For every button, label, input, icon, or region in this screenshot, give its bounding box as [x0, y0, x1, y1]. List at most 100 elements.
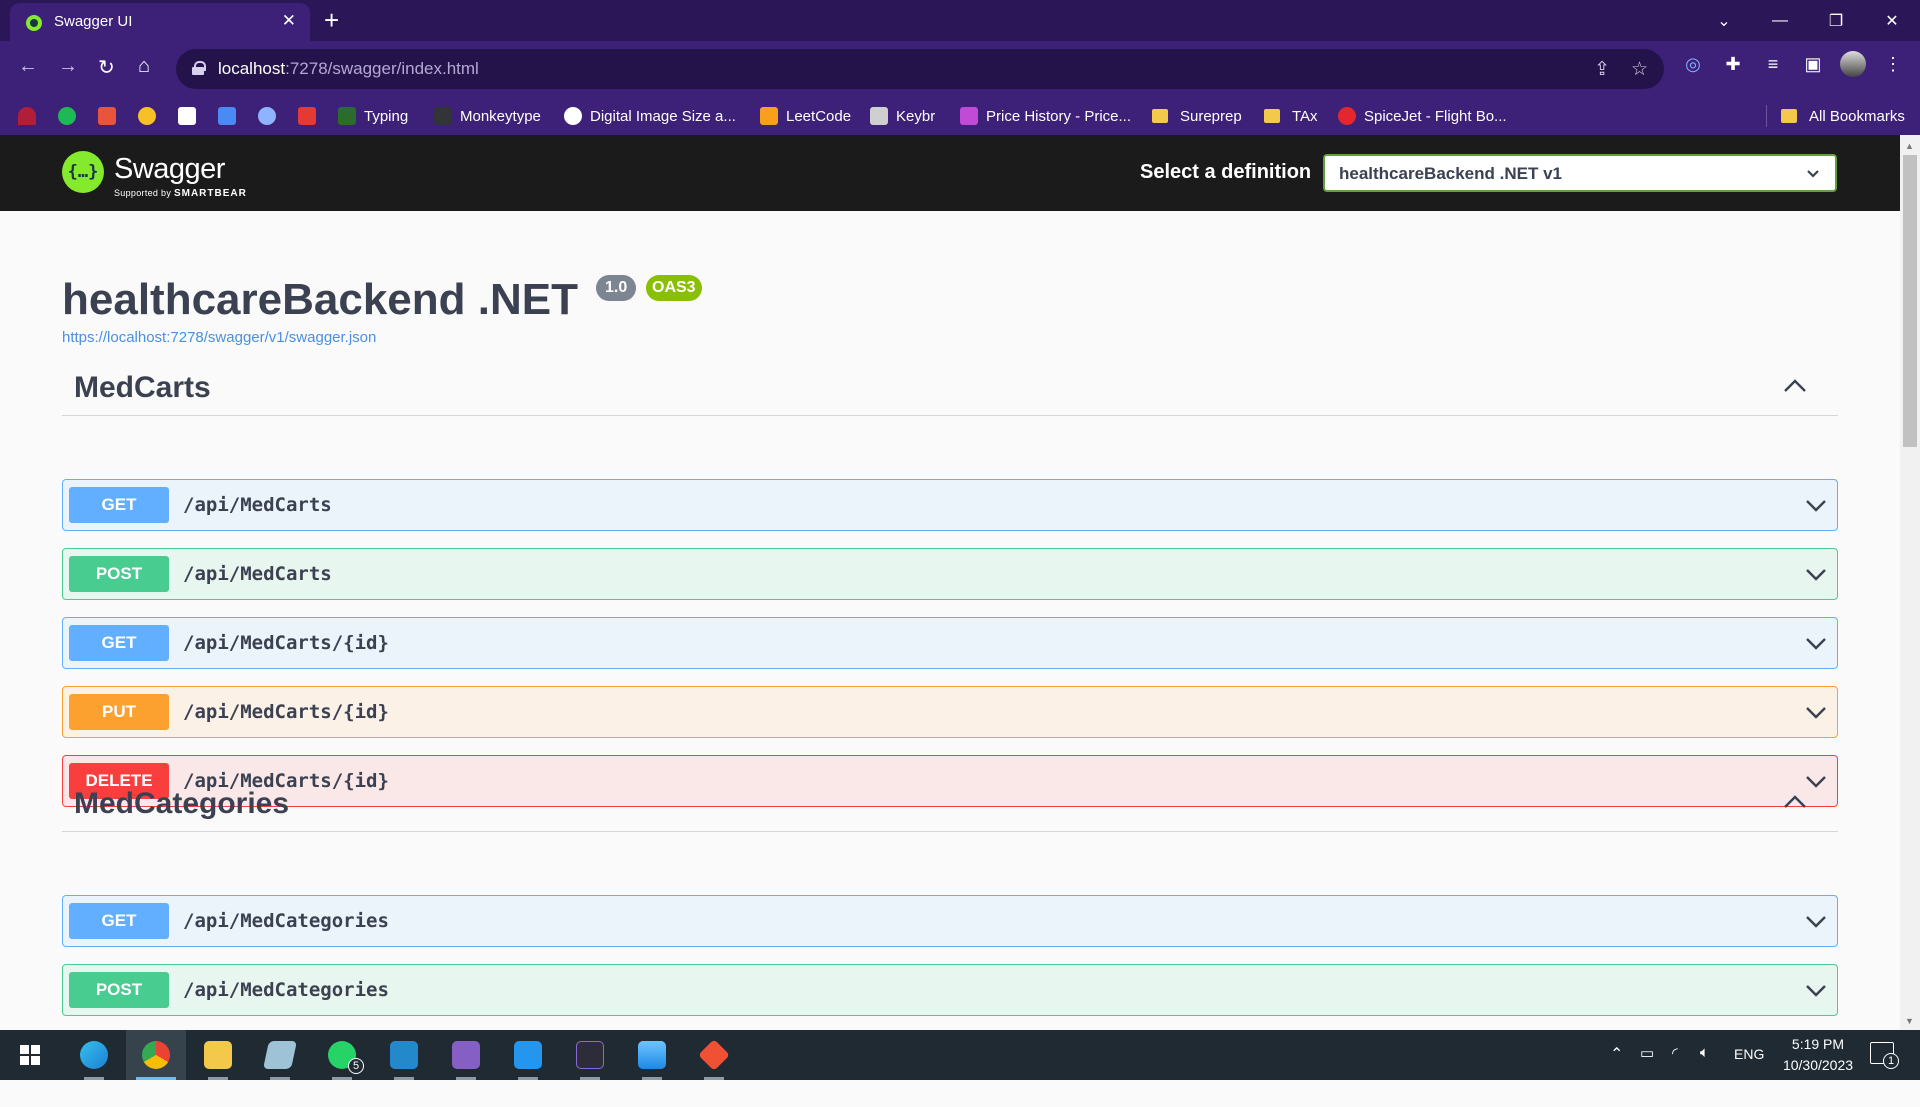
operation-post-medcarts[interactable]: POST /api/MedCarts: [62, 548, 1838, 600]
home-icon[interactable]: ⌂: [138, 55, 150, 78]
spotify-icon[interactable]: [58, 105, 84, 127]
bookmark-sureprep[interactable]: Sureprep: [1152, 105, 1242, 127]
vscode-taskbar-button[interactable]: [374, 1030, 434, 1080]
chevron-up-icon[interactable]: [1782, 376, 1808, 396]
bookmark-tax[interactable]: TAx: [1264, 105, 1318, 127]
page-scrollbar[interactable]: ▲ ▼: [1900, 135, 1920, 1030]
scrollbar-thumb[interactable]: [1903, 155, 1917, 447]
new-tab-button[interactable]: +: [324, 5, 339, 36]
bookmark-keybr[interactable]: Keybr: [870, 105, 935, 127]
spec-url-link[interactable]: https://localhost:7278/swagger/v1/swagge…: [62, 329, 376, 346]
notepad-taskbar-button[interactable]: [250, 1030, 310, 1080]
bookmark-icon-1[interactable]: [18, 105, 44, 127]
notifications-icon[interactable]: 1: [1870, 1042, 1899, 1069]
bookmark-icon-6[interactable]: [218, 105, 244, 127]
smartbear-tagline: Supported by SMARTBEAR: [114, 188, 247, 199]
tag-name: MedCategories: [74, 787, 290, 820]
visual-studio-taskbar-button[interactable]: [436, 1030, 496, 1080]
operation-get-medcarts[interactable]: GET /api/MedCarts: [62, 479, 1838, 531]
tab-close-icon[interactable]: ✕: [282, 11, 296, 31]
tag-section-medcarts[interactable]: MedCarts: [62, 358, 1838, 416]
reload-icon[interactable]: ↻: [98, 55, 115, 80]
chevron-down-icon[interactable]: [1803, 492, 1829, 518]
git-taskbar-button[interactable]: [684, 1030, 744, 1080]
docker-taskbar-button[interactable]: [498, 1030, 558, 1080]
close-window-icon[interactable]: ✕: [1864, 11, 1920, 31]
forward-icon[interactable]: →: [58, 55, 78, 78]
lock-icon[interactable]: [192, 61, 206, 75]
method-badge: GET: [69, 487, 169, 523]
google-icon: [564, 107, 582, 125]
swagger-logo-icon[interactable]: {…}: [62, 151, 104, 193]
browser-tab-swagger[interactable]: Swagger UI ✕: [10, 3, 310, 41]
clock-date[interactable]: 10/30/2023: [1774, 1057, 1862, 1107]
operation-get-medcart-by-id[interactable]: GET /api/MedCarts/{id}: [62, 617, 1838, 669]
operation-put-medcart[interactable]: PUT /api/MedCarts/{id}: [62, 686, 1838, 738]
extensions-puzzle-icon[interactable]: ✚: [1720, 51, 1746, 77]
share-icon[interactable]: ⇪: [1594, 58, 1610, 81]
amazon-icon[interactable]: [178, 105, 204, 127]
bookmark-monkeytype[interactable]: Monkeytype: [434, 105, 541, 127]
browser-menu-icon[interactable]: ⋮: [1880, 51, 1906, 77]
url-text[interactable]: localhost:7278/swagger/index.html: [218, 59, 479, 79]
scroll-down-icon[interactable]: ▼: [1905, 1016, 1914, 1026]
chevron-down-icon[interactable]: [1803, 561, 1829, 587]
profile-avatar[interactable]: [1840, 51, 1866, 77]
bookmarks-bar: Typing Monkeytype Digital Image Size a..…: [0, 97, 1920, 135]
terminal-taskbar-button[interactable]: [560, 1030, 620, 1080]
battery-icon[interactable]: ▭: [1640, 1044, 1654, 1094]
method-badge: POST: [69, 972, 169, 1008]
windows-taskbar: 5 ⌃ ▭ ◜ 🔈︎ ENG 5:19 PM 10/30/2023 1: [0, 1030, 1920, 1080]
file-explorer-taskbar-button[interactable]: [188, 1030, 248, 1080]
notification-badge: 1: [1883, 1053, 1899, 1069]
start-button[interactable]: [0, 1030, 60, 1080]
docker-icon: [514, 1041, 542, 1069]
photos-taskbar-button[interactable]: [622, 1030, 682, 1080]
scroll-up-icon[interactable]: ▲: [1905, 141, 1914, 151]
chevron-down-icon[interactable]: [1803, 699, 1829, 725]
definition-select[interactable]: healthcareBackend .NET v1: [1323, 154, 1837, 192]
back-icon[interactable]: ←: [18, 55, 38, 78]
restore-icon[interactable]: ❐: [1808, 11, 1864, 31]
bookmark-spicejet[interactable]: SpiceJet - Flight Bo...: [1338, 105, 1507, 127]
edge-icon: [80, 1041, 108, 1069]
bookmark-star-icon[interactable]: ☆: [1631, 58, 1648, 81]
photos-icon: [638, 1041, 666, 1069]
bookmark-digital-image[interactable]: Digital Image Size a...: [564, 105, 736, 127]
volume-icon[interactable]: 🔈︎: [1700, 1044, 1709, 1094]
whatsapp-taskbar-button[interactable]: 5: [312, 1030, 372, 1080]
chevron-down-icon[interactable]: [1803, 630, 1829, 656]
swagger-logo-text[interactable]: Swagger: [114, 153, 225, 186]
chevron-up-icon[interactable]: [1782, 792, 1808, 812]
swagger-topbar: {…} Swagger Supported by SMARTBEAR Selec…: [0, 135, 1900, 211]
operation-get-medcategories[interactable]: GET /api/MedCategories: [62, 895, 1838, 947]
media-control-icon[interactable]: ≡: [1760, 51, 1786, 77]
operation-path: /api/MedCategories: [183, 979, 389, 1001]
bookmark-leetcode[interactable]: LeetCode: [760, 105, 851, 127]
bookmark-icon-3[interactable]: [98, 105, 124, 127]
browser-toolbar: ← → ↻ ⌂ localhost:7278/swagger/index.htm…: [0, 41, 1920, 97]
address-bar[interactable]: localhost:7278/swagger/index.html ⇪ ☆: [176, 49, 1664, 89]
language-indicator[interactable]: ENG: [1734, 1046, 1764, 1096]
all-bookmarks[interactable]: All Bookmarks: [1766, 105, 1905, 127]
tag-section-medcategories[interactable]: MedCategories: [62, 774, 1838, 832]
side-panel-icon[interactable]: ▣: [1800, 51, 1826, 77]
operation-post-medcategories[interactable]: POST /api/MedCategories: [62, 964, 1838, 1016]
gmail-icon[interactable]: [298, 105, 324, 127]
minimize-icon[interactable]: —: [1752, 12, 1808, 30]
chrome-taskbar-button[interactable]: [126, 1030, 186, 1080]
bookmark-icon-7[interactable]: [258, 105, 284, 127]
bookmark-typing[interactable]: Typing: [338, 105, 408, 127]
vscode-icon: [390, 1041, 418, 1069]
edge-taskbar-button[interactable]: [64, 1030, 124, 1080]
typing-icon: [338, 107, 356, 125]
bookmark-price-history[interactable]: Price History - Price...: [960, 105, 1131, 127]
wifi-icon[interactable]: ◜: [1672, 1044, 1678, 1094]
show-hidden-icons-icon[interactable]: ⌃: [1610, 1044, 1623, 1094]
chevron-down-icon[interactable]: [1803, 977, 1829, 1003]
bookmark-icon-4[interactable]: [138, 105, 164, 127]
tab-search-icon[interactable]: ⌄: [1696, 11, 1752, 31]
chevron-down-icon[interactable]: [1803, 908, 1829, 934]
method-badge: GET: [69, 903, 169, 939]
extension-icon[interactable]: ◎: [1680, 51, 1706, 77]
